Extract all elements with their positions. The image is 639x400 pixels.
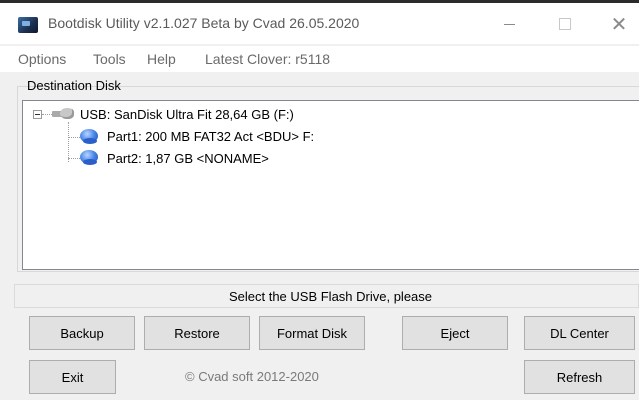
- minimize-button[interactable]: [486, 7, 532, 41]
- backup-button[interactable]: Backup: [29, 316, 135, 350]
- format-disk-button[interactable]: Format Disk: [259, 316, 365, 350]
- exit-button[interactable]: Exit: [29, 360, 116, 394]
- dl-center-button[interactable]: DL Center: [524, 316, 635, 350]
- collapse-icon[interactable]: [33, 110, 42, 119]
- window-title: Bootdisk Utility v2.1.027 Beta by Cvad 2…: [48, 15, 360, 31]
- refresh-button[interactable]: Refresh: [524, 360, 635, 394]
- destination-disk-label: Destination Disk: [27, 78, 121, 93]
- tree-item-part1[interactable]: Part1: 200 MB FAT32 Act <BDU> F:: [107, 129, 314, 144]
- partition-disk-icon: [80, 129, 100, 145]
- usb-drive-icon: [52, 108, 74, 119]
- tree-item-part2[interactable]: Part2: 1,87 GB <NONAME>: [107, 151, 269, 166]
- tree-item-usb-drive[interactable]: USB: SanDisk Ultra Fit 28,64 GB (F:): [80, 107, 294, 122]
- tree-connector: [68, 122, 69, 162]
- status-message: Select the USB Flash Drive, please: [228, 289, 433, 304]
- bootdisk-utility-window: Bootdisk Utility v2.1.027 Beta by Cvad 2…: [0, 0, 639, 400]
- menu-tools[interactable]: Tools: [93, 51, 126, 67]
- disk-tree-view[interactable]: [22, 100, 639, 270]
- maximize-button[interactable]: [542, 7, 588, 41]
- tree-connector: [68, 158, 80, 159]
- restore-button[interactable]: Restore: [144, 316, 250, 350]
- menu-bar: Options Tools Help Latest Clover: r5118: [0, 46, 639, 72]
- title-bar[interactable]: Bootdisk Utility v2.1.027 Beta by Cvad 2…: [0, 0, 639, 44]
- tree-connector: [42, 114, 52, 115]
- partition-disk-icon: [80, 150, 100, 166]
- menu-options[interactable]: Options: [18, 51, 66, 67]
- app-icon[interactable]: [18, 17, 38, 33]
- eject-button[interactable]: Eject: [402, 316, 508, 350]
- copyright-text: © Cvad soft 2012-2020: [185, 369, 319, 384]
- menu-latest-clover[interactable]: Latest Clover: r5118: [205, 51, 330, 67]
- close-button[interactable]: ✕: [596, 7, 639, 41]
- tree-connector: [68, 137, 80, 138]
- menu-help[interactable]: Help: [147, 51, 176, 67]
